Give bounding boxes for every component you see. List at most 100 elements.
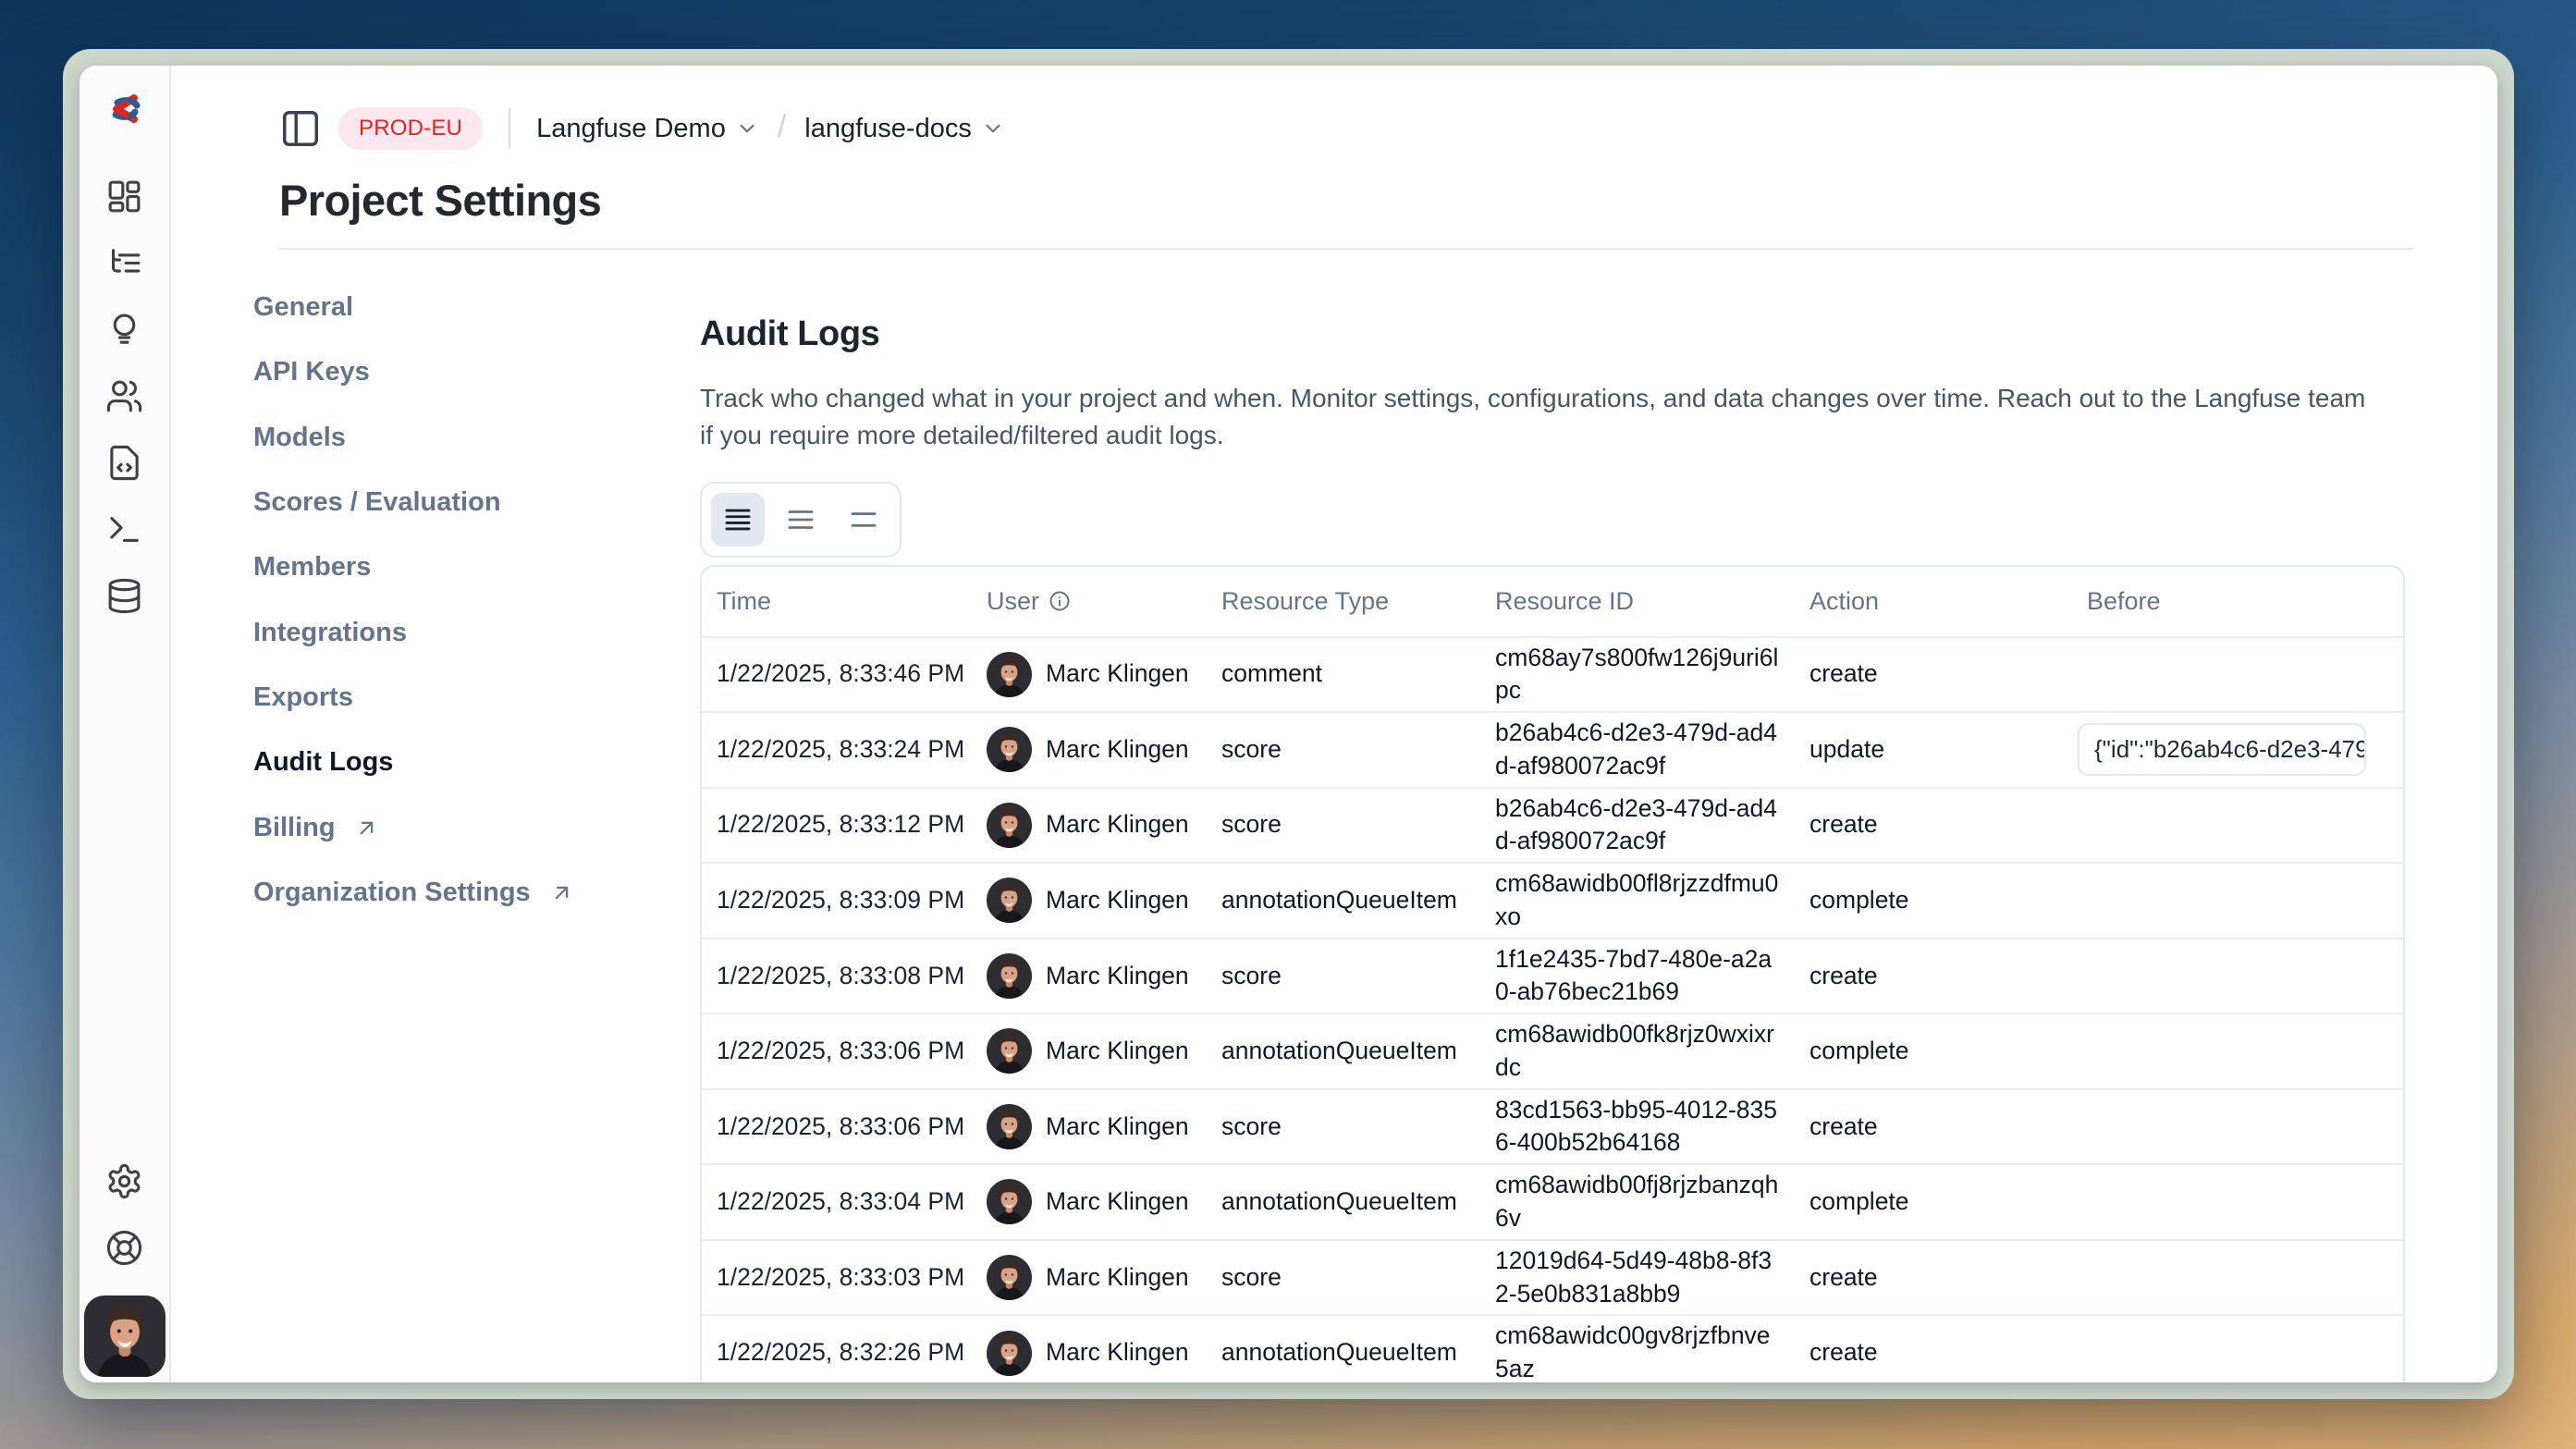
terminal-icon[interactable] — [105, 510, 143, 548]
action-cell: complete — [1795, 1013, 2072, 1089]
settings-nav-item-scores-evaluation[interactable]: Scores / Evaluation — [253, 487, 700, 518]
dashboard-grid-icon[interactable] — [105, 178, 143, 215]
table-row[interactable]: 1/22/2025, 8:33:24 PM Marc Klingen score… — [702, 712, 2403, 788]
time-cell: 1/22/2025, 8:33:09 PM — [702, 863, 972, 939]
row-height-large-button[interactable] — [837, 493, 890, 546]
table-row[interactable]: 1/22/2025, 8:32:26 PM Marc Klingen annot… — [702, 1315, 2403, 1382]
action-cell: create — [1795, 1089, 2072, 1165]
desktop: { "colors": { "badge_bg": "#fce7ef", "ba… — [0, 0, 2576, 1449]
time-cell: 1/22/2025, 8:32:26 PM — [702, 1315, 972, 1382]
lightbulb-icon[interactable] — [105, 311, 143, 349]
column-header-action[interactable]: Action — [1795, 567, 2072, 637]
user-avatar[interactable] — [84, 1296, 166, 1377]
breadcrumb-separator: / — [776, 109, 788, 145]
settings-nav-item-exports[interactable]: Exports — [253, 682, 700, 713]
breadcrumb-organization[interactable]: Langfuse Demo — [536, 114, 759, 144]
user-avatar — [987, 1331, 1032, 1376]
table-row[interactable]: 1/22/2025, 8:33:12 PM Marc Klingen score… — [702, 788, 2403, 864]
resource-id-cell: cm68awidb00fk8rjz0wxixrdc — [1480, 1013, 1795, 1089]
settings-nav-item-general[interactable]: General — [253, 292, 700, 323]
action-cell: update — [1795, 712, 2072, 788]
settings-nav: General API Keys Models Scores / Evaluat… — [253, 290, 700, 1382]
title-divider — [279, 248, 2413, 250]
time-cell: 1/22/2025, 8:33:04 PM — [702, 1164, 972, 1240]
before-cell — [2072, 863, 2403, 939]
chevron-down-icon — [981, 117, 1005, 141]
settings-nav-label: API Keys — [253, 357, 370, 387]
user-avatar — [987, 652, 1032, 697]
settings-nav-label: Integrations — [253, 618, 407, 648]
table-row[interactable]: 1/22/2025, 8:33:08 PM Marc Klingen score… — [702, 939, 2403, 1014]
before-cell — [2072, 1013, 2403, 1089]
before-cell — [2072, 637, 2403, 713]
action-cell: complete — [1795, 1164, 2072, 1240]
settings-nav-label: Audit Logs — [253, 747, 393, 778]
user-cell: Marc Klingen — [972, 637, 1207, 713]
resource-type-cell: annotationQueueItem — [1207, 1315, 1480, 1382]
table-row[interactable]: 1/22/2025, 8:33:09 PM Marc Klingen annot… — [702, 863, 2403, 939]
users-icon[interactable] — [105, 377, 143, 415]
main-area: PROD-EU Langfuse Demo / langfuse-docs Pr… — [171, 66, 2497, 1382]
column-header-before[interactable]: Before — [2072, 567, 2403, 637]
langfuse-logo[interactable] — [103, 87, 147, 131]
settings-nav-item-members[interactable]: Members — [253, 552, 700, 583]
settings-nav-label: Models — [253, 423, 346, 453]
settings-nav-item-billing[interactable]: Billing — [253, 813, 700, 843]
table-row[interactable]: 1/22/2025, 8:33:46 PM Marc Klingen comme… — [702, 637, 2403, 713]
icon-rail — [80, 66, 171, 1382]
settings-gear-icon[interactable] — [105, 1162, 143, 1200]
resource-id-cell: cm68awidb00fj8rjzbanzqh6v — [1480, 1164, 1795, 1240]
table-row[interactable]: 1/22/2025, 8:33:03 PM Marc Klingen score… — [702, 1240, 2403, 1316]
time-cell: 1/22/2025, 8:33:46 PM — [702, 637, 972, 713]
settings-nav-item-api-keys[interactable]: API Keys — [253, 357, 700, 387]
info-icon[interactable] — [1049, 590, 1071, 612]
resource-id-cell: cm68ay7s800fw126j9uri6lpc — [1480, 637, 1795, 713]
external-link-arrow-icon — [354, 816, 379, 841]
settings-nav-item-organization-settings[interactable]: Organization Settings — [253, 878, 700, 908]
action-cell: create — [1795, 939, 2072, 1014]
user-avatar — [987, 803, 1032, 848]
time-cell: 1/22/2025, 8:33:03 PM — [702, 1240, 972, 1316]
action-cell: create — [1795, 1240, 2072, 1316]
row-height-medium-button[interactable] — [774, 493, 828, 546]
user-avatar — [987, 878, 1032, 923]
before-cell — [2072, 1240, 2403, 1316]
breadcrumb-project-label: langfuse-docs — [804, 114, 972, 144]
life-buoy-icon[interactable] — [105, 1229, 143, 1267]
settings-nav-item-integrations[interactable]: Integrations — [253, 618, 700, 648]
rows-3-lines-icon — [785, 504, 816, 535]
user-name: Marc Klingen — [1046, 736, 1189, 764]
audit-log-table: Time User Resource Type Resource ID Acti… — [702, 567, 2403, 1383]
resource-type-cell: annotationQueueItem — [1207, 1164, 1480, 1240]
time-cell: 1/22/2025, 8:33:08 PM — [702, 939, 972, 1014]
sidebar-toggle-button[interactable] — [279, 107, 322, 150]
settings-nav-item-models[interactable]: Models — [253, 423, 700, 453]
resource-id-cell: 12019d64-5d49-48b8-8f32-5e0b831a8bb9 — [1480, 1240, 1795, 1316]
row-height-small-button[interactable] — [711, 493, 765, 546]
file-code-icon[interactable] — [105, 444, 143, 482]
database-icon[interactable] — [105, 577, 143, 615]
column-header-resource-id[interactable]: Resource ID — [1480, 567, 1795, 637]
breadcrumb-project[interactable]: langfuse-docs — [804, 114, 1005, 144]
table-row[interactable]: 1/22/2025, 8:33:06 PM Marc Klingen annot… — [702, 1013, 2403, 1089]
user-cell: Marc Klingen — [972, 1240, 1207, 1316]
topbar-divider — [509, 108, 510, 149]
resource-type-cell: score — [1207, 712, 1480, 788]
resource-id-cell: b26ab4c6-d2e3-479d-ad4d-af980072ac9f — [1480, 788, 1795, 864]
user-name: Marc Klingen — [1046, 1113, 1189, 1141]
time-cell: 1/22/2025, 8:33:06 PM — [702, 1089, 972, 1165]
before-cell — [2072, 788, 2403, 864]
user-name: Marc Klingen — [1046, 811, 1189, 839]
settings-nav-item-audit-logs[interactable]: Audit Logs — [253, 747, 700, 778]
column-header-user[interactable]: User — [972, 567, 1207, 637]
section-title: Audit Logs — [700, 314, 2405, 354]
user-name: Marc Klingen — [1046, 660, 1189, 688]
table-row[interactable]: 1/22/2025, 8:33:04 PM Marc Klingen annot… — [702, 1164, 2403, 1240]
column-header-resource-type[interactable]: Resource Type — [1207, 567, 1480, 637]
column-header-time[interactable]: Time — [702, 567, 972, 637]
table-row[interactable]: 1/22/2025, 8:33:06 PM Marc Klingen score… — [702, 1089, 2403, 1165]
list-tree-icon[interactable] — [105, 244, 143, 282]
resource-type-cell: score — [1207, 1089, 1480, 1165]
page-title: Project Settings — [279, 175, 2497, 226]
before-json-chip[interactable]: {"id":"b26ab4c6-d2e3-479d-a — [2078, 723, 2366, 776]
